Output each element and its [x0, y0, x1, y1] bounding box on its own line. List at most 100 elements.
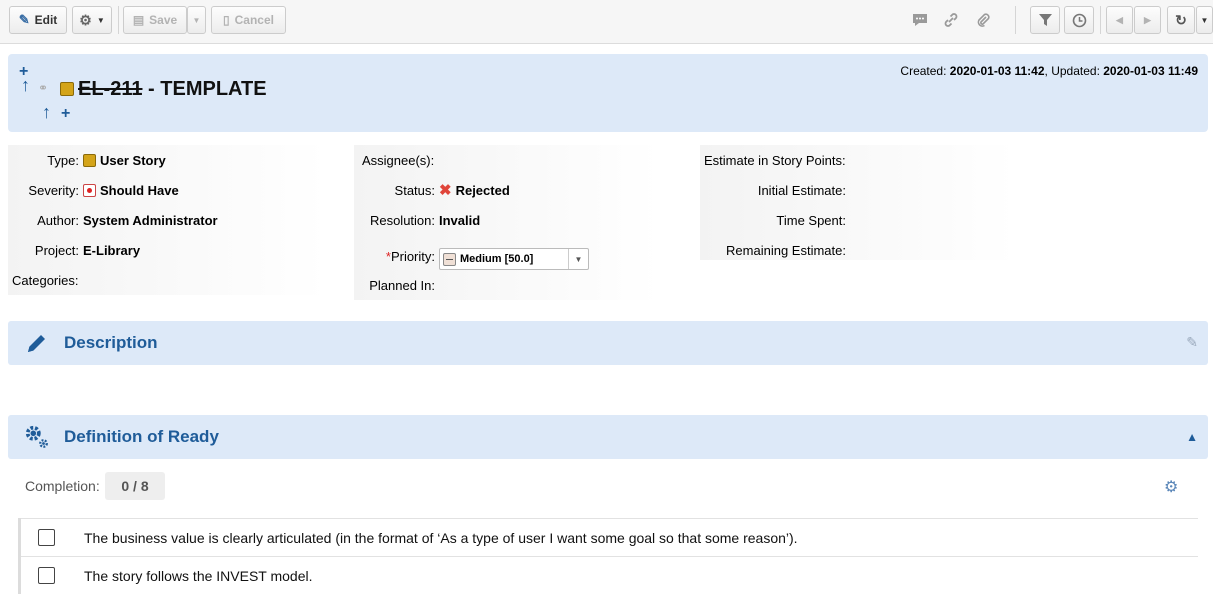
- edit-icon: ✎: [18, 12, 30, 27]
- checklist-checkbox[interactable]: [38, 567, 55, 584]
- page-title: EL-211 - TEMPLATE: [78, 78, 267, 101]
- dor-title: Definition of Ready: [64, 427, 219, 446]
- refresh-icon: ↻: [1175, 11, 1187, 28]
- field-type: Type: User Story: [8, 145, 166, 175]
- item-title: - TEMPLATE: [142, 78, 267, 100]
- chevron-left-icon: ◀: [1116, 14, 1123, 25]
- updated-label: Updated:: [1051, 64, 1100, 78]
- created-value: 2020-01-03 11:42: [949, 64, 1045, 78]
- completion-label: Completion:: [25, 478, 100, 494]
- chain-link-icon: ⚭: [38, 81, 49, 95]
- type-text: User Story: [100, 152, 166, 168]
- remaining-estimate-label: Remaining Estimate:: [726, 242, 846, 258]
- filter-button[interactable]: [1030, 6, 1060, 34]
- field-estimate-sp: Estimate in Story Points:: [704, 145, 846, 175]
- status-label: Status:: [394, 182, 435, 198]
- checklist-checkbox[interactable]: [38, 529, 55, 546]
- chevron-down-icon[interactable]: ▼: [568, 249, 588, 269]
- edit-pencil-icon[interactable]: ✎: [1186, 334, 1198, 351]
- timestamps: Created: 2020-01-03 11:42, Updated: 2020…: [900, 64, 1198, 78]
- field-categories: Categories:: [12, 265, 78, 295]
- resolution-label: Resolution:: [369, 212, 435, 228]
- link-icon[interactable]: [941, 10, 961, 30]
- rejected-icon: ✖: [439, 182, 452, 199]
- time-spent-label: Time Spent:: [776, 212, 846, 228]
- history-button[interactable]: [1064, 6, 1094, 34]
- pencil-icon: [24, 330, 50, 356]
- resolution-value: Invalid: [439, 212, 481, 228]
- checklist-item: The story follows the INVEST model.: [21, 556, 1198, 594]
- field-status: Status: ✖ Rejected: [354, 175, 510, 205]
- field-project: Project: E-Library: [8, 235, 140, 265]
- dor-section-header[interactable]: Definition of Ready ▲: [8, 415, 1208, 459]
- item-key[interactable]: EL-211: [78, 78, 142, 100]
- add-child-icon[interactable]: +: [61, 105, 70, 123]
- categories-label: Categories:: [12, 272, 79, 288]
- gear-icon: ⚙: [79, 11, 92, 28]
- toolbar: ✎ Edit ⚙ ▼ ▤ Save ▼ ▯ Cancel ◀ ▶ ↻ ▼: [0, 0, 1213, 44]
- priority-label-text: Priority:: [390, 248, 435, 264]
- chevron-down-icon: ▼: [96, 15, 105, 25]
- severity-value: Should Have: [83, 183, 179, 198]
- checklist-item: The business value is clearly articulate…: [21, 518, 1198, 556]
- field-remaining-estimate: Remaining Estimate:: [700, 235, 850, 265]
- severity-label: Severity:: [28, 182, 79, 198]
- author-value[interactable]: System Administrator: [83, 213, 218, 228]
- previous-button[interactable]: ◀: [1106, 6, 1133, 34]
- save-button-label: Save: [149, 13, 178, 27]
- created-label: Created:: [900, 64, 947, 78]
- arrow-up-icon[interactable]: ↑: [21, 75, 30, 96]
- save-button[interactable]: ▤ Save: [123, 6, 187, 34]
- next-button[interactable]: ▶: [1134, 6, 1161, 34]
- chevron-down-icon: ▼: [192, 15, 201, 25]
- assignees-label: Assignee(s):: [362, 152, 435, 168]
- field-assignees: Assignee(s):: [362, 145, 434, 175]
- toolbar-divider: [1015, 6, 1016, 34]
- field-time-spent: Time Spent:: [700, 205, 850, 235]
- checklist-item-text: The story follows the INVEST model.: [84, 567, 313, 584]
- description-section-header[interactable]: Description ✎: [8, 321, 1208, 365]
- chevron-right-icon: ▶: [1144, 14, 1151, 25]
- comment-icon[interactable]: [910, 10, 930, 30]
- severity-text: Should Have: [100, 182, 179, 198]
- clock-icon: [1072, 13, 1086, 27]
- author-label: Author:: [37, 212, 79, 228]
- toolbar-divider: [118, 6, 119, 34]
- estimate-sp-label: Estimate in Story Points:: [704, 152, 846, 168]
- priority-select[interactable]: Medium [50.0] ▼: [439, 248, 589, 270]
- attachment-icon[interactable]: [973, 10, 993, 30]
- toolbar-divider: [1100, 6, 1101, 34]
- collapse-icon[interactable]: ▲: [1186, 430, 1198, 444]
- initial-estimate-label: Initial Estimate:: [757, 182, 846, 198]
- checklist-item-text: The business value is clearly articulate…: [84, 529, 798, 546]
- type-label: Type:: [47, 152, 79, 168]
- status-value: ✖ Rejected: [439, 181, 510, 199]
- cancel-button-label: Cancel: [234, 13, 274, 27]
- completion-value: 0 / 8: [105, 472, 165, 500]
- refresh-options-button[interactable]: ▼: [1196, 6, 1213, 34]
- field-initial-estimate: Initial Estimate:: [700, 175, 850, 205]
- type-value: User Story: [83, 153, 166, 168]
- edit-button-label: Edit: [34, 13, 58, 27]
- chevron-down-icon: ▼: [1200, 15, 1209, 25]
- project-value[interactable]: E-Library: [83, 243, 140, 258]
- priority-medium-icon: [443, 252, 456, 266]
- priority-label: *Priority:: [354, 249, 439, 264]
- updated-value: 2020-01-03 11:49: [1103, 64, 1198, 78]
- arrow-up-icon[interactable]: ↑: [42, 102, 51, 123]
- refresh-button[interactable]: ↻: [1167, 6, 1195, 34]
- field-resolution: Resolution: Invalid: [354, 205, 480, 235]
- edit-button[interactable]: ✎ Edit: [9, 6, 67, 34]
- description-title: Description: [64, 333, 158, 352]
- dor-checklist: The business value is clearly articulate…: [18, 518, 1198, 594]
- filter-icon: [1038, 13, 1052, 26]
- cancel-button[interactable]: ▯ Cancel: [211, 6, 286, 34]
- save-options-button[interactable]: ▼: [187, 6, 206, 34]
- actions-menu-button[interactable]: ⚙ ▼: [72, 6, 112, 34]
- user-story-icon: [83, 153, 96, 167]
- planned-label: Planned In:: [369, 277, 435, 293]
- project-label: Project:: [34, 242, 79, 258]
- field-priority: *Priority: Medium [50.0] ▼: [354, 241, 589, 271]
- field-severity: Severity: Should Have: [8, 175, 179, 205]
- settings-gear-icon[interactable]: ⚙: [1164, 477, 1178, 497]
